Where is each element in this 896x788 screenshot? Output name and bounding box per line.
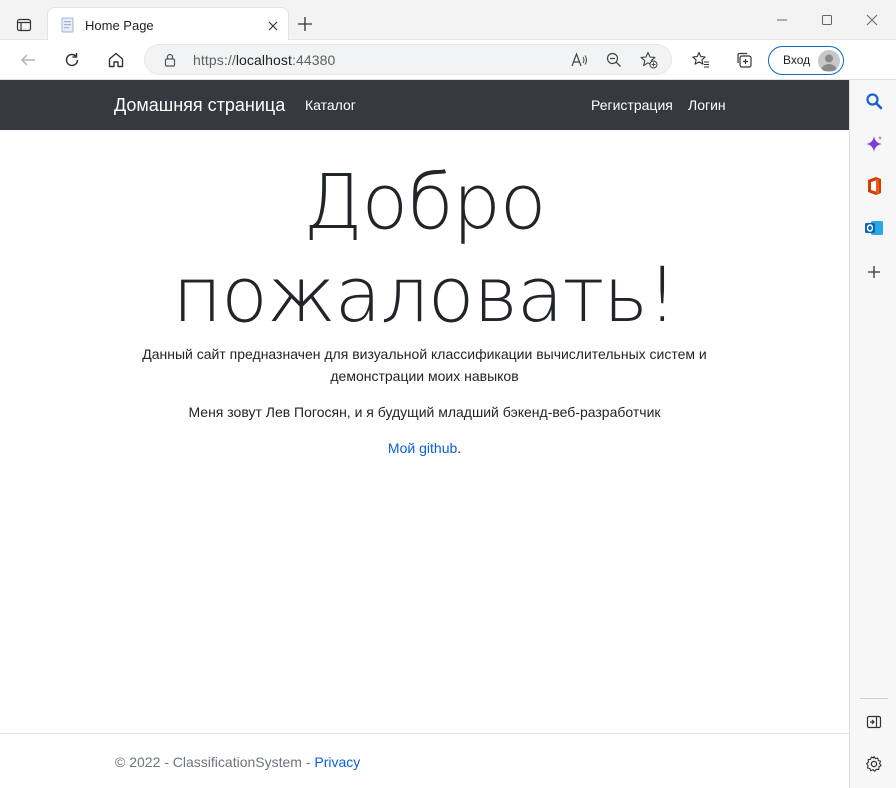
github-period: . (457, 440, 462, 456)
url-host: localhost (235, 52, 292, 68)
hero-line-1: Добро (303, 157, 547, 246)
maximize-icon[interactable] (815, 10, 839, 30)
minimize-icon[interactable] (770, 10, 794, 30)
web-page: Домашняя страница Каталог Регистрация Ло… (0, 80, 849, 788)
home-icon[interactable] (101, 46, 131, 74)
url-text[interactable]: https://localhost:44380 (193, 52, 335, 68)
hero-heading: Добро пожаловать! (0, 158, 849, 344)
close-window-icon[interactable] (860, 10, 884, 30)
lock-icon[interactable] (163, 53, 177, 72)
copilot-sparkle-icon[interactable] (861, 131, 887, 157)
add-sidebar-app-icon[interactable] (861, 259, 887, 285)
address-bar[interactable]: https://localhost:44380 (144, 44, 672, 75)
new-tab-button[interactable] (293, 12, 317, 36)
tab-title: Home Page (85, 18, 154, 33)
url-scheme: https:// (193, 52, 236, 68)
github-paragraph: Мой github. (0, 437, 849, 459)
hero-line-2: пожаловать! (172, 250, 678, 339)
description-line-1: Данный сайт предназначен для визуальной … (142, 346, 707, 362)
avatar-icon (818, 50, 840, 72)
collections-icon[interactable] (729, 46, 759, 74)
outlook-icon[interactable] (861, 215, 887, 241)
tab-actions-icon[interactable] (9, 10, 39, 40)
sidebar-divider (860, 698, 888, 699)
sign-in-button[interactable]: Вход (768, 46, 844, 75)
nav-link-register[interactable]: Регистрация (591, 97, 673, 113)
page-favicon-icon (60, 17, 76, 33)
search-icon[interactable] (861, 88, 887, 114)
hide-sidebar-icon[interactable] (861, 709, 887, 735)
footer-copyright: © 2022 - ClassificationSystem - (115, 754, 315, 770)
sign-in-label: Вход (783, 53, 811, 67)
nav-link-login[interactable]: Логин (688, 97, 726, 113)
intro-text: Меня зовут Лев Погосян, и я будущий млад… (188, 404, 661, 420)
browser-toolbar: https://localhost:44380 Вход (0, 40, 896, 80)
read-aloud-icon[interactable] (568, 50, 590, 70)
footer: © 2022 - ClassificationSystem - Privacy (115, 754, 360, 770)
github-link[interactable]: Мой github (388, 440, 457, 456)
edge-sidebar (849, 80, 896, 788)
brand-link[interactable]: Домашняя страница (114, 95, 285, 116)
favorites-icon[interactable] (686, 46, 716, 74)
settings-gear-icon[interactable] (861, 751, 887, 777)
add-favorite-icon[interactable] (638, 50, 660, 70)
tab-strip: Home Page (0, 0, 896, 41)
url-port: :44380 (291, 52, 336, 68)
site-description: Данный сайт предназначен для визуальной … (0, 343, 849, 387)
nav-link-catalog[interactable]: Каталог (305, 97, 356, 113)
browser-tab[interactable]: Home Page (47, 7, 289, 41)
close-tab-icon[interactable] (263, 16, 283, 36)
back-icon[interactable] (13, 46, 43, 74)
zoom-out-icon[interactable] (603, 50, 625, 70)
footer-divider (0, 733, 849, 734)
refresh-icon[interactable] (57, 46, 87, 74)
description-line-2: демонстрации моих навыков (330, 368, 519, 384)
office-icon[interactable] (861, 173, 887, 199)
privacy-link[interactable]: Privacy (314, 754, 360, 770)
site-navbar: Домашняя страница Каталог Регистрация Ло… (0, 80, 849, 130)
